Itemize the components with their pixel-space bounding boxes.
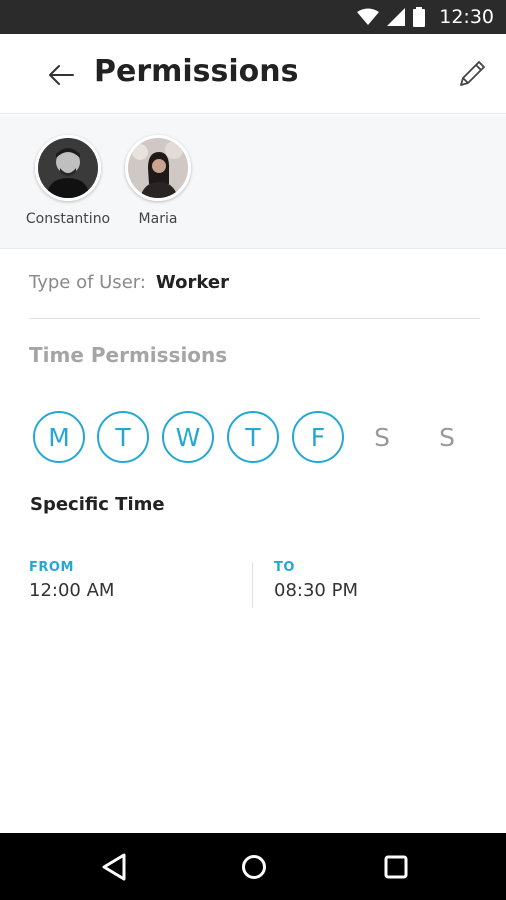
circle-home-icon (242, 855, 266, 879)
divider (29, 318, 480, 319)
day-toggle-friday[interactable]: F (292, 411, 344, 463)
wifi-icon (357, 8, 380, 26)
square-recents-icon (384, 855, 408, 879)
nav-recents-button[interactable] (378, 849, 414, 885)
signal-icon (387, 8, 406, 26)
to-time-picker[interactable]: TO 08:30 PM (274, 560, 358, 601)
from-value: 12:00 AM (29, 580, 115, 601)
time-separator (252, 562, 253, 608)
page-title: Permissions (94, 54, 299, 89)
user-type-row: Type of User: Worker (29, 272, 229, 293)
to-value: 08:30 PM (274, 580, 358, 601)
from-time-picker[interactable]: FROM 12:00 AM (29, 560, 114, 601)
edit-button[interactable] (454, 56, 490, 92)
user-name: Maria (138, 211, 178, 227)
status-bar: 12:30 (0, 0, 506, 34)
nav-back-button[interactable] (96, 849, 132, 885)
user-constantino[interactable]: Constantino (18, 135, 118, 227)
user-type-value: Worker (155, 272, 229, 293)
day-toggle-saturday[interactable]: S (356, 411, 408, 463)
back-button[interactable] (44, 58, 78, 92)
status-time: 12:30 (439, 6, 494, 28)
from-label: FROM (29, 560, 74, 575)
arrow-left-icon (49, 65, 74, 85)
triangle-back-icon (102, 853, 126, 881)
day-toggle-sunday[interactable]: S (421, 411, 473, 463)
avatar (125, 135, 191, 201)
users-section: Constantino Maria (0, 115, 506, 249)
day-toggle-wednesday[interactable]: W (162, 411, 214, 463)
pencil-icon (460, 61, 485, 86)
user-name: Constantino (25, 211, 111, 227)
system-nav-bar (0, 833, 506, 900)
day-toggle-thursday[interactable]: T (227, 411, 279, 463)
user-maria[interactable]: Maria (108, 135, 208, 227)
specific-time-title: Specific Time (30, 494, 165, 515)
avatar (35, 135, 101, 201)
time-permissions-title: Time Permissions (29, 343, 228, 367)
battery-icon (413, 7, 426, 27)
day-selector: M T W T F S S (33, 411, 493, 463)
nav-home-button[interactable] (236, 849, 272, 885)
to-label: TO (274, 560, 295, 575)
day-toggle-monday[interactable]: M (33, 411, 85, 463)
app-bar: Permissions (0, 34, 506, 114)
user-type-label: Type of User: (29, 272, 146, 293)
day-toggle-tuesday[interactable]: T (97, 411, 149, 463)
